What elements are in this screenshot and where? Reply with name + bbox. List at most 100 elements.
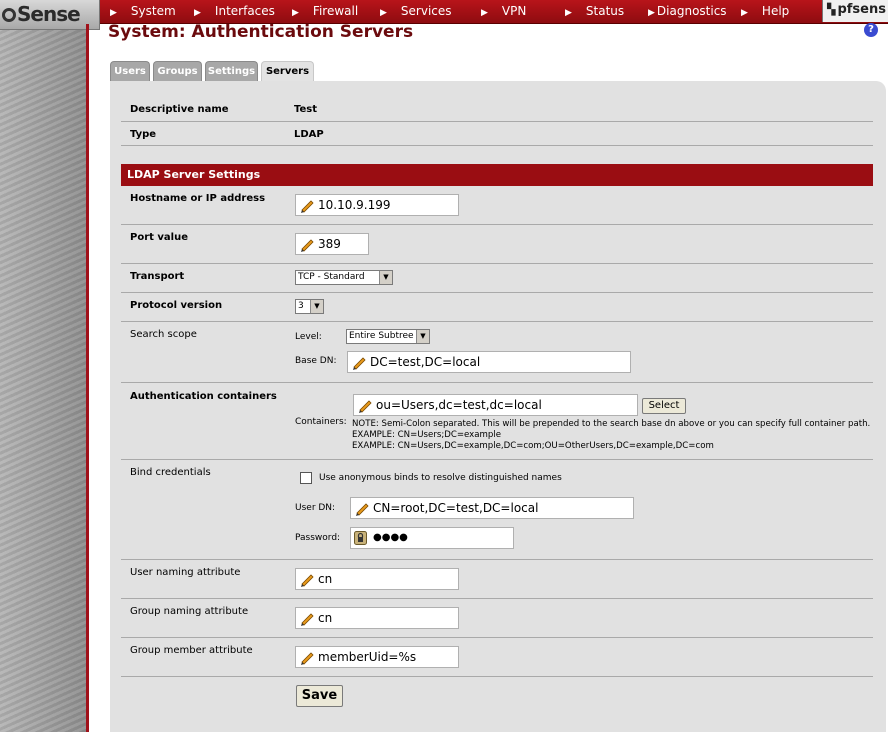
nav-label: Interfaces bbox=[214, 4, 275, 18]
pencil-icon bbox=[301, 200, 314, 213]
containers-example-2: EXAMPLE: CN=Users,DC=example,DC=com;OU=O… bbox=[352, 441, 714, 451]
logo-text: Sense bbox=[17, 2, 81, 26]
containers-label: Containers: bbox=[295, 417, 347, 427]
arrow-right-icon: ▶ bbox=[565, 8, 572, 18]
containers-example-1: EXAMPLE: CN=Users;DC=example bbox=[352, 430, 502, 440]
password-label: Password: bbox=[295, 533, 341, 543]
group-attr-input[interactable]: cn bbox=[295, 607, 459, 629]
nav-label: Help bbox=[761, 4, 790, 18]
bind-credentials-label: Bind credentials bbox=[130, 467, 211, 478]
port-label: Port value bbox=[130, 232, 188, 243]
group-attr-label: Group naming attribute bbox=[130, 606, 249, 617]
row-user-naming bbox=[121, 560, 873, 599]
chevron-down-icon[interactable]: ▼ bbox=[416, 330, 429, 343]
type-label: Type bbox=[130, 129, 157, 140]
sidebar-divider bbox=[86, 24, 89, 732]
search-scope-label: Search scope bbox=[130, 329, 197, 340]
pencil-icon bbox=[301, 613, 314, 626]
logo-ring-icon bbox=[2, 8, 16, 22]
chevron-down-icon[interactable]: ▼ bbox=[310, 300, 323, 313]
lock-icon bbox=[354, 531, 367, 545]
row-port bbox=[121, 225, 873, 264]
protocol-value: 3 bbox=[298, 301, 304, 311]
row-descriptive-name bbox=[121, 98, 873, 122]
page-title: System: Authentication Servers bbox=[108, 22, 414, 42]
basedn-value: DC=test,DC=local bbox=[370, 355, 481, 369]
nav-diagnostics[interactable]: ▶ Diagnostics bbox=[648, 4, 727, 18]
member-attr-input[interactable]: memberUid=%s bbox=[295, 646, 459, 668]
arrow-right-icon: ▶ bbox=[481, 8, 488, 18]
arrow-right-icon: ▶ bbox=[194, 8, 201, 18]
row-transport bbox=[121, 264, 873, 293]
nav-help[interactable]: ▶ Help bbox=[741, 4, 789, 18]
member-attr-value: memberUid=%s bbox=[318, 650, 417, 664]
arrow-right-icon: ▶ bbox=[110, 8, 117, 18]
brand-text: pfsens bbox=[837, 2, 886, 17]
ldap-section-header: LDAP Server Settings bbox=[121, 164, 873, 186]
anonymous-bind-checkbox[interactable] bbox=[300, 472, 312, 484]
pencil-icon bbox=[301, 652, 314, 665]
pencil-icon bbox=[356, 503, 369, 516]
password-value: ●●●● bbox=[373, 532, 408, 543]
tab-groups[interactable]: Groups bbox=[153, 61, 202, 81]
level-value: Entire Subtree bbox=[349, 331, 414, 341]
descriptive-name-label: Descriptive name bbox=[130, 104, 229, 115]
row-group-naming bbox=[121, 599, 873, 638]
member-attr-label: Group member attribute bbox=[130, 645, 253, 656]
transport-select[interactable]: TCP - Standard ▼ bbox=[295, 270, 393, 285]
sidebar-shade bbox=[0, 30, 86, 732]
pfsense-logo[interactable]: Sense bbox=[0, 0, 100, 30]
arrow-right-icon: ▶ bbox=[648, 8, 655, 18]
brand-mark-icon: ▚ bbox=[827, 3, 836, 16]
nav-label: System bbox=[130, 4, 176, 18]
hostname-input[interactable]: 10.10.9.199 bbox=[295, 194, 459, 216]
pencil-icon bbox=[301, 574, 314, 587]
nav-services[interactable]: ▶ Services bbox=[380, 4, 452, 18]
help-icon[interactable]: ? bbox=[864, 23, 878, 37]
nav-firewall[interactable]: ▶ Firewall bbox=[292, 4, 358, 18]
transport-label: Transport bbox=[130, 271, 185, 282]
group-attr-value: cn bbox=[318, 611, 333, 625]
auth-containers-label: Authentication containers bbox=[130, 391, 277, 402]
user-attr-input[interactable]: cn bbox=[295, 568, 459, 590]
nav-status[interactable]: ▶ Status bbox=[565, 4, 624, 18]
descriptive-name-value: Test bbox=[294, 104, 318, 115]
userdn-label: User DN: bbox=[295, 503, 336, 513]
type-value: LDAP bbox=[294, 129, 324, 140]
row-group-member bbox=[121, 638, 873, 677]
row-hostname bbox=[121, 186, 873, 225]
basedn-label: Base DN: bbox=[295, 356, 337, 366]
userdn-value: CN=root,DC=test,DC=local bbox=[373, 501, 539, 515]
nav-label: Diagnostics bbox=[656, 4, 727, 18]
nav-vpn[interactable]: ▶ VPN bbox=[481, 4, 526, 18]
save-button[interactable]: Save bbox=[296, 685, 343, 707]
password-input[interactable]: ●●●● bbox=[350, 527, 514, 549]
containers-note: NOTE: Semi-Colon separated. This will be… bbox=[352, 419, 871, 429]
basedn-input[interactable]: DC=test,DC=local bbox=[347, 351, 631, 373]
pencil-icon bbox=[359, 400, 372, 413]
user-attr-value: cn bbox=[318, 572, 333, 586]
transport-value: TCP - Standard bbox=[298, 272, 365, 282]
chevron-down-icon[interactable]: ▼ bbox=[379, 271, 392, 284]
nav-label: Services bbox=[400, 4, 452, 18]
pencil-icon bbox=[301, 239, 314, 252]
tab-settings[interactable]: Settings bbox=[205, 61, 258, 81]
nav-label: VPN bbox=[501, 4, 527, 18]
hostname-value: 10.10.9.199 bbox=[318, 198, 391, 212]
nav-interfaces[interactable]: ▶ Interfaces bbox=[194, 4, 275, 18]
pfsense-brand[interactable]: ▚ pfsens bbox=[822, 0, 888, 22]
row-type bbox=[121, 122, 873, 146]
level-select[interactable]: Entire Subtree ▼ bbox=[346, 329, 430, 344]
containers-input[interactable]: ou=Users,dc=test,dc=local bbox=[353, 394, 638, 416]
nav-system[interactable]: ▶ System bbox=[110, 4, 176, 18]
hostname-label: Hostname or IP address bbox=[130, 193, 266, 204]
port-input[interactable]: 389 bbox=[295, 233, 369, 255]
userdn-input[interactable]: CN=root,DC=test,DC=local bbox=[350, 497, 634, 519]
protocol-select[interactable]: 3 ▼ bbox=[295, 299, 324, 314]
nav-label: Status bbox=[585, 4, 625, 18]
tab-servers[interactable]: Servers bbox=[261, 61, 314, 82]
select-containers-button[interactable]: Select bbox=[642, 398, 686, 414]
user-attr-label: User naming attribute bbox=[130, 567, 241, 578]
protocol-label: Protocol version bbox=[130, 300, 223, 311]
tab-users[interactable]: Users bbox=[110, 61, 150, 81]
